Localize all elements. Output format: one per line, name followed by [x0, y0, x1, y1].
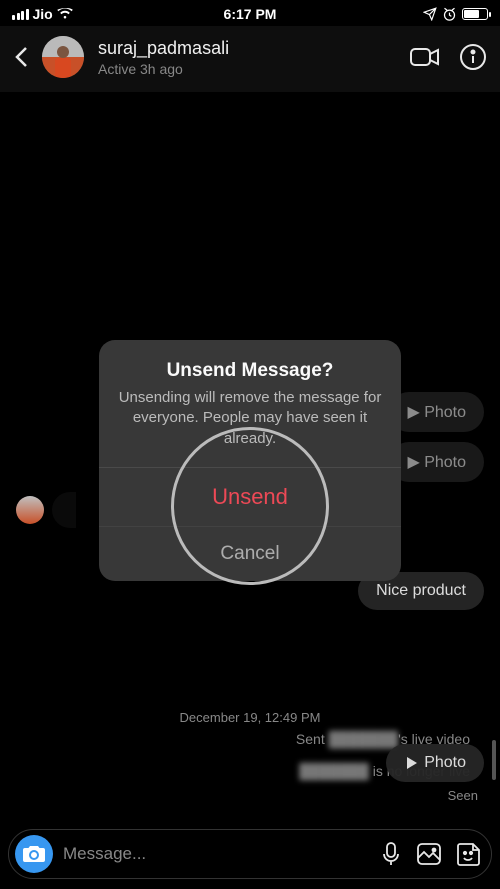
unsend-dialog: Unsend Message? Unsending will remove th…	[99, 340, 401, 581]
dialog-body: Unsending will remove the message for ev…	[99, 388, 401, 467]
dialog-title: Unsend Message?	[99, 340, 401, 388]
cancel-button[interactable]: Cancel	[99, 526, 401, 581]
unsend-button[interactable]: Unsend	[99, 467, 401, 526]
